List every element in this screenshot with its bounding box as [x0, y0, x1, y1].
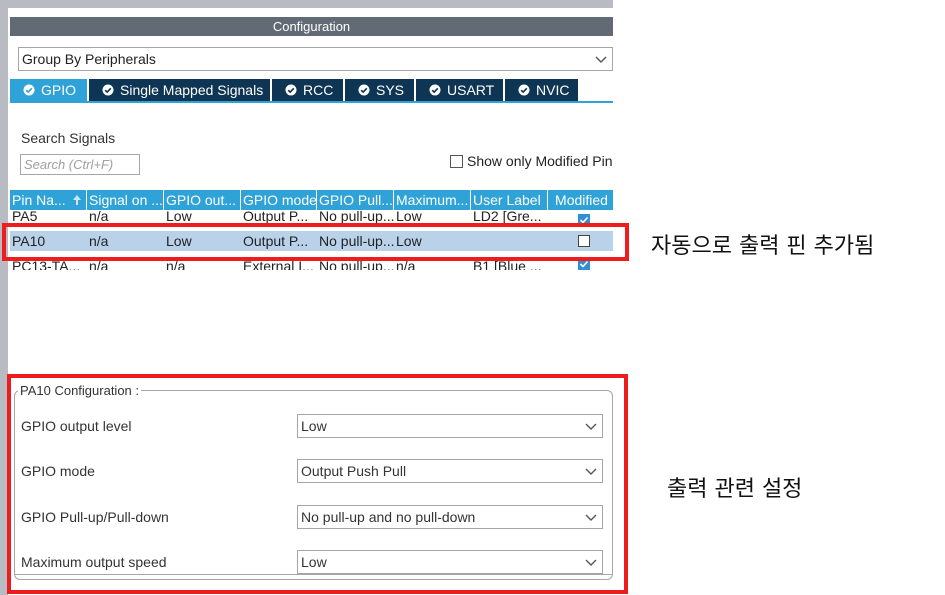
check-circle-icon [285, 84, 297, 96]
tab-sys[interactable]: SYS [345, 79, 414, 101]
check-circle-icon [23, 84, 35, 96]
tab-label: NVIC [536, 82, 570, 98]
check-circle-icon [518, 84, 530, 96]
column-header-gpio-output[interactable]: GPIO out... [164, 190, 241, 210]
tab-usart[interactable]: USART [416, 79, 503, 101]
column-header-gpio-pull[interactable]: GPIO Pull... [317, 190, 394, 210]
column-header-pin-name[interactable]: Pin Na... [10, 190, 87, 210]
annotation-config-note: 출력 관련 설정 [667, 477, 803, 502]
tab-rcc[interactable]: RCC [272, 79, 343, 101]
annotation-box-pin-config [7, 374, 628, 594]
tab-single-mapped-signals[interactable]: Single Mapped Signals [89, 79, 270, 101]
show-modified-checkbox[interactable]: Show only Modified Pins [450, 153, 613, 171]
column-header-modified[interactable]: Modified [548, 190, 613, 210]
splitter-top[interactable] [8, 0, 613, 8]
column-header-maximum-speed[interactable]: Maximum... [394, 190, 471, 210]
show-modified-label: Show only Modified Pins [467, 153, 613, 169]
search-input[interactable] [20, 154, 140, 175]
check-circle-icon [429, 84, 441, 96]
group-by-value: Group By Peripherals [22, 51, 156, 67]
panel-title: Configuration [10, 17, 613, 36]
column-header-gpio-mode[interactable]: GPIO mode [241, 190, 317, 210]
search-signals-label: Search Signals [21, 130, 116, 146]
column-header-signal-on-pin[interactable]: Signal on ... [87, 190, 164, 210]
tab-label: Single Mapped Signals [120, 82, 264, 98]
column-header-user-label[interactable]: User Label [471, 190, 548, 210]
check-circle-icon [102, 84, 114, 96]
checkbox-icon [450, 155, 463, 168]
sort-arrow-icon [72, 194, 82, 206]
annotation-box-pa10-row [2, 223, 629, 261]
annotation-row-note: 자동으로 출력 핀 추가됨 [651, 234, 875, 259]
tab-nvic[interactable]: NVIC [505, 79, 578, 101]
peripheral-tabs: GPIO Single Mapped Signals RCC SYS USART… [10, 79, 613, 103]
tab-label: USART [447, 82, 495, 98]
header-label: Pin Na... [12, 192, 66, 208]
tab-gpio[interactable]: GPIO [10, 79, 87, 101]
group-by-select[interactable]: Group By Peripherals [18, 47, 613, 71]
chevron-down-icon [594, 52, 608, 66]
tab-label: GPIO [41, 82, 77, 98]
signals-table-header: Pin Na... Signal on ... GPIO out... GPIO… [10, 190, 613, 210]
check-circle-icon [358, 84, 370, 96]
tab-label: SYS [376, 82, 405, 98]
tab-label: RCC [303, 82, 334, 98]
